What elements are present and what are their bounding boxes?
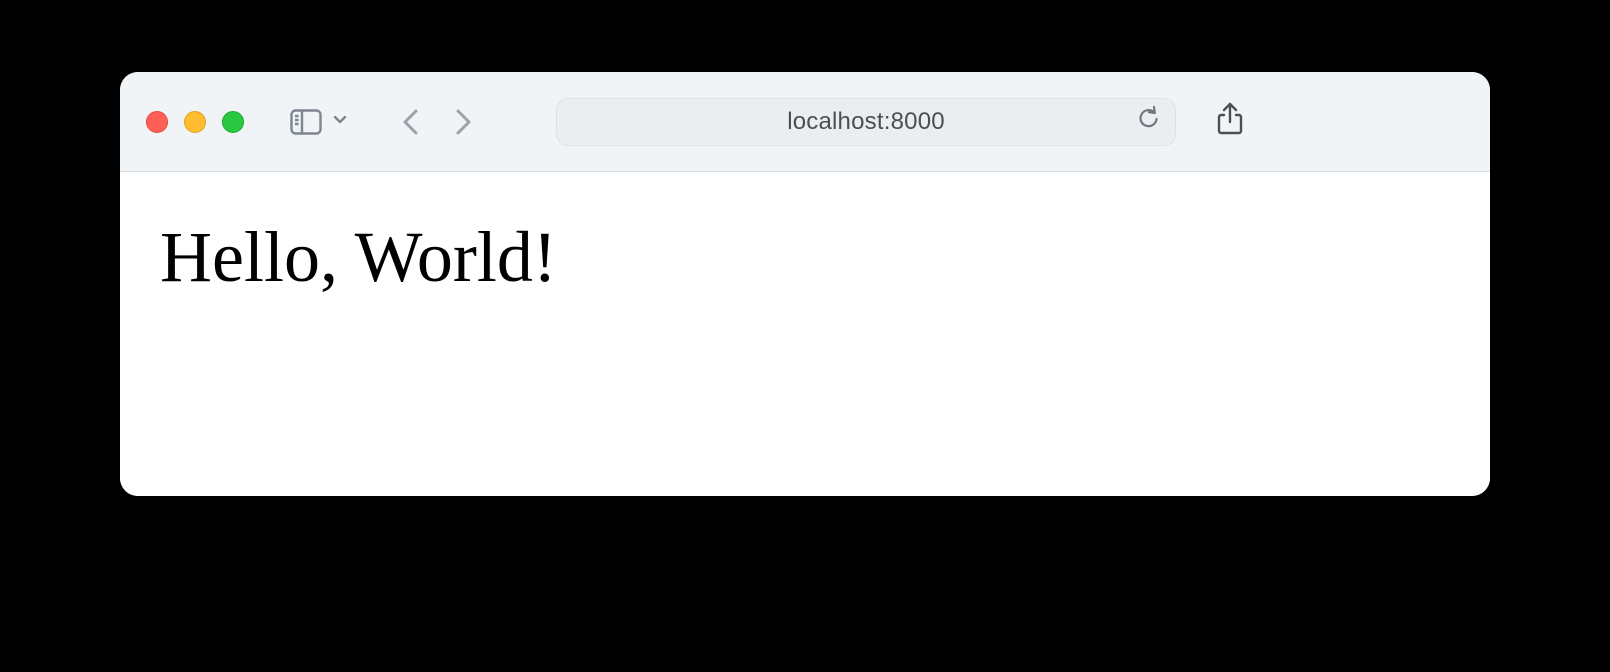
share-button[interactable] bbox=[1216, 102, 1244, 141]
address-text: localhost:8000 bbox=[787, 108, 945, 136]
close-window-button[interactable] bbox=[146, 111, 168, 133]
sidebar-toggle-button[interactable] bbox=[290, 109, 348, 135]
back-button[interactable] bbox=[400, 107, 422, 137]
page-content: Hello, World! bbox=[120, 172, 1490, 496]
reload-icon[interactable] bbox=[1137, 105, 1161, 138]
sidebar-icon bbox=[290, 109, 322, 135]
minimize-window-button[interactable] bbox=[184, 111, 206, 133]
address-bar[interactable]: localhost:8000 bbox=[556, 98, 1176, 146]
window-controls bbox=[146, 111, 244, 133]
forward-button[interactable] bbox=[452, 107, 474, 137]
browser-toolbar: localhost:8000 bbox=[120, 72, 1490, 172]
chevron-down-icon bbox=[332, 111, 348, 132]
navigation-buttons bbox=[400, 107, 474, 137]
page-heading: Hello, World! bbox=[160, 216, 1450, 299]
maximize-window-button[interactable] bbox=[222, 111, 244, 133]
browser-window: localhost:8000 Hello, World! bbox=[120, 72, 1490, 496]
